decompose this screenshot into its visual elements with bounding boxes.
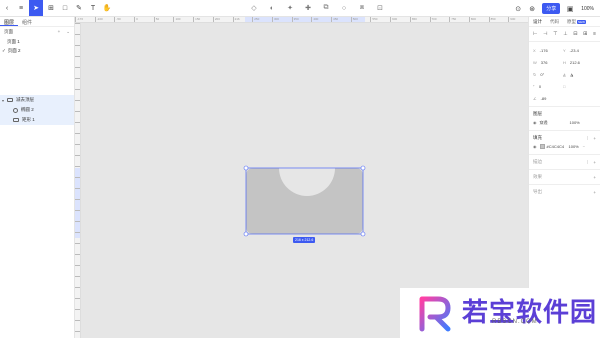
align-top-icon[interactable]: ⊥ — [563, 31, 567, 37]
stroke-section: 描边 ⁞ + — [529, 154, 600, 169]
align-center-icon[interactable]: ⊣ — [543, 31, 547, 37]
align-toolbar: ⊢ ⊣ ⊤ ⊥ ⊟ ⊞ ≡ — [529, 27, 600, 42]
radius-icon: ⌜ — [533, 83, 535, 89]
add-export-icon[interactable]: + — [593, 190, 596, 195]
x-field[interactable]: -176 — [540, 48, 548, 53]
watermark-sub: RBSCN.COM — [492, 319, 538, 325]
effect-section: 效果 + — [529, 169, 600, 184]
h-label: H — [563, 59, 566, 65]
align-left-icon[interactable]: ⊢ — [533, 31, 537, 37]
align-right-icon[interactable]: ⊤ — [553, 31, 557, 37]
skew-field[interactable]: -89 — [541, 96, 547, 101]
x-label: X — [533, 47, 536, 53]
layer-section: 图层 ◉ 穿透 100% — [529, 106, 600, 130]
watermark-logo-icon — [419, 296, 451, 332]
add-effect-icon[interactable]: + — [593, 175, 596, 180]
height-field[interactable]: 212.6 — [570, 60, 580, 65]
size-tag: 216 x 212.6 — [293, 237, 316, 243]
corner-icon[interactable]: □ — [563, 84, 565, 89]
boolean-shape[interactable] — [246, 168, 363, 234]
add-stroke-icon[interactable]: + — [593, 160, 596, 165]
stroke-section-title: 描边 — [533, 159, 542, 164]
y-field[interactable]: -23.4 — [570, 48, 579, 53]
selection-handle[interactable] — [243, 165, 249, 171]
export-section: 导出 + — [529, 184, 600, 199]
tab-prototype[interactable]: 原型 NEW — [563, 19, 590, 25]
watermark: 若宝软件园 — [400, 288, 600, 338]
stroke-grid-icon[interactable]: ⁞ — [587, 160, 588, 165]
add-fill-icon[interactable]: + — [593, 136, 596, 141]
distribute-icon[interactable]: ≡ — [593, 31, 596, 37]
radius-field[interactable]: 0 — [539, 84, 541, 89]
flip-v-icon[interactable]: ◮ — [570, 72, 573, 77]
transform-props: X -176 Y -23.4 W 376 H 212.6 ↻ 0° ◭ ◮ ⌜ 0 □ ∠ -8… — [529, 42, 600, 106]
right-tabs: 设计 代码 原型 NEW — [529, 17, 600, 27]
w-label: W — [533, 59, 537, 65]
layer-opacity[interactable]: 100% — [570, 120, 580, 125]
rotation-field[interactable]: 0° — [540, 72, 544, 77]
grid-icon[interactable]: ⁞ — [587, 136, 588, 141]
tab-code[interactable]: 代码 — [546, 19, 563, 25]
align-bottom-icon[interactable]: ⊞ — [583, 31, 587, 37]
selection-handle[interactable] — [360, 231, 366, 237]
flip-icon[interactable]: ◭ — [563, 72, 566, 77]
fill-swatch[interactable] — [539, 144, 545, 149]
y-label: Y — [563, 47, 566, 53]
width-field[interactable]: 376 — [541, 60, 548, 65]
export-section-title: 导出 — [533, 189, 542, 194]
rotate-icon: ↻ — [533, 71, 537, 77]
effect-section-title: 效果 — [533, 174, 542, 179]
skew-icon: ∠ — [533, 95, 537, 101]
fill-hex[interactable]: #C4C4C4 — [547, 144, 569, 149]
selection-handle[interactable] — [360, 165, 366, 171]
layer-section-title: 图层 — [533, 111, 542, 116]
fill-section: 填充 ⁞ + ◉ #C4C4C4 100% − — [529, 130, 600, 154]
blend-mode-select[interactable]: 穿透 — [540, 120, 570, 126]
eye-icon[interactable]: ◉ — [533, 144, 537, 149]
fill-opacity[interactable]: 100% — [569, 144, 579, 149]
align-middle-icon[interactable]: ⊟ — [573, 31, 577, 37]
tab-prototype-label: 原型 — [567, 18, 576, 24]
new-badge: NEW — [577, 19, 586, 24]
tab-design[interactable]: 设计 — [529, 19, 546, 25]
fill-section-title: 填充 — [533, 135, 542, 140]
remove-fill-icon[interactable]: − — [583, 144, 585, 149]
eye-icon[interactable]: ◉ — [533, 120, 537, 125]
selection-handle[interactable] — [243, 231, 249, 237]
